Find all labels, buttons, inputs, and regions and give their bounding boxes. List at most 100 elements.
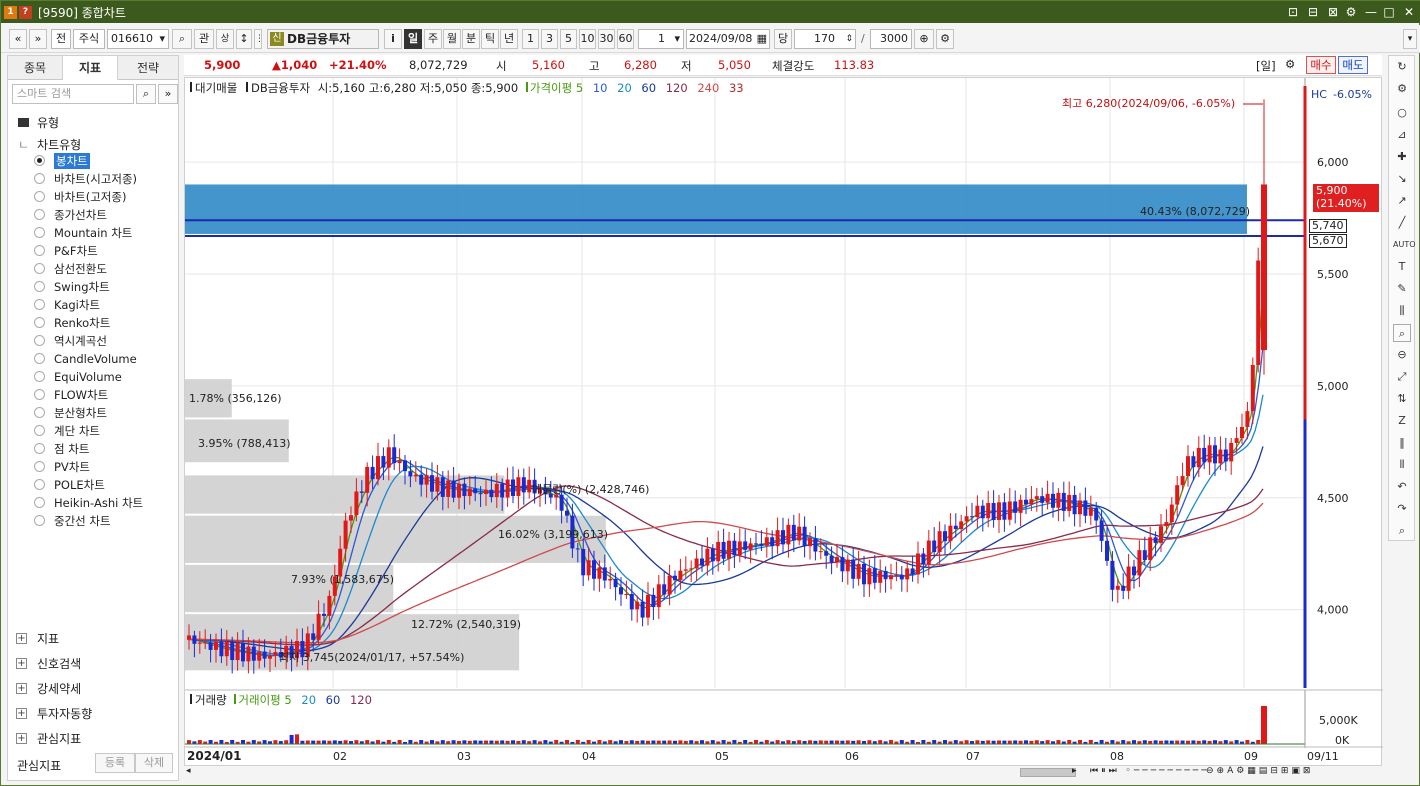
interval-input[interactable]: 1 ▾	[638, 29, 684, 49]
link-icon[interactable]: ⊡	[1285, 4, 1301, 20]
radio-button[interactable]	[34, 353, 45, 364]
interval-1-button[interactable]: 1	[522, 29, 539, 49]
close-icon[interactable]: ✕	[1401, 4, 1417, 20]
radio-button[interactable]	[34, 479, 45, 490]
search-icon[interactable]: ⌕	[172, 29, 192, 49]
window-number-badge[interactable]: 1	[4, 5, 17, 19]
radio-button[interactable]	[34, 515, 45, 526]
menu-icon[interactable]: ⋮	[254, 29, 264, 49]
count-input[interactable]: 170 ⇕	[794, 29, 856, 49]
tab-indicators[interactable]: 지표	[63, 56, 118, 80]
radio-button[interactable]	[34, 155, 45, 166]
zoom-in-icon[interactable]: ⊕	[914, 29, 934, 49]
candle-icon[interactable]: ⫼	[1393, 302, 1411, 320]
delete-button[interactable]: 삭제	[135, 753, 173, 773]
total-input[interactable]: 3000	[870, 29, 912, 49]
chart-type-option[interactable]: Kagi차트	[34, 296, 100, 313]
redo-icon[interactable]: ↷	[1393, 500, 1411, 518]
pen-icon[interactable]: ✎	[1393, 280, 1411, 298]
chart-type-option[interactable]: FLOW차트	[34, 386, 108, 403]
tree-root-type[interactable]: 유형	[18, 114, 59, 131]
radio-button[interactable]	[34, 407, 45, 418]
period-day-tab[interactable]: 일	[404, 29, 422, 49]
bars2-icon[interactable]: ⦀	[1393, 456, 1411, 474]
chart-area[interactable]: 6,000 5,500 5,000 4,500 4,000 40.43% (8,072,7…	[184, 77, 1383, 767]
smart-search-input[interactable]: 스마트 검색	[12, 84, 134, 104]
chart-type-option[interactable]: 분산형차트	[34, 404, 107, 421]
z-icon[interactable]: Z	[1393, 412, 1411, 430]
capture-icon[interactable]: ⊠	[1325, 4, 1341, 20]
radio-button[interactable]	[34, 335, 45, 346]
info-button[interactable]: i	[384, 29, 402, 49]
related-button[interactable]: 관	[194, 29, 214, 49]
fit-icon[interactable]: ⤢	[1393, 368, 1411, 386]
radio-button[interactable]	[34, 227, 45, 238]
trend-icon[interactable]: ↗	[1393, 192, 1411, 210]
radio-button[interactable]	[34, 317, 45, 328]
settings-icon[interactable]: ⚙	[1343, 4, 1359, 20]
period-minute-tab[interactable]: 분	[462, 29, 480, 49]
zoom-out-icon[interactable]: ⊖	[1393, 346, 1411, 364]
collapse-icon[interactable]: ▾	[1403, 29, 1417, 49]
period-badge[interactable]: [일]	[1256, 58, 1276, 74]
prev-button[interactable]: «	[9, 29, 27, 49]
gear-icon[interactable]: ⚙	[1285, 57, 1295, 71]
updown-button[interactable]: 상	[216, 29, 234, 49]
refresh-icon[interactable]: ↻	[1393, 58, 1411, 76]
calendar-icon[interactable]: ▦	[757, 30, 767, 48]
period-tick-tab[interactable]: 틱	[481, 29, 499, 49]
expand-plus-icon[interactable]: +	[16, 633, 27, 644]
chart-type-option[interactable]: 바차트(고저종)	[34, 188, 126, 205]
radio-button[interactable]	[34, 389, 45, 400]
undo-icon[interactable]: ↶	[1393, 478, 1411, 496]
zoom-controls[interactable]: ⊖⊕A⚙▦▤⊟⊞▣⊠	[1206, 766, 1313, 776]
expand-icon[interactable]: »	[158, 84, 178, 104]
tab-stocks[interactable]: 종목	[8, 56, 63, 80]
bars-icon[interactable]: ‖	[1393, 434, 1411, 452]
indicator-folder[interactable]: + 관심지표	[16, 730, 81, 747]
expand-plus-icon[interactable]: +	[16, 733, 27, 744]
sell-button[interactable]: 매도	[1338, 56, 1368, 74]
interval-10-button[interactable]: 10	[579, 29, 596, 49]
chart-type-option[interactable]: POLE차트	[34, 476, 105, 493]
radio-button[interactable]	[34, 425, 45, 436]
chart-type-option[interactable]: 점 차트	[34, 440, 89, 457]
interval-30-button[interactable]: 30	[598, 29, 615, 49]
ruler-icon[interactable]: ↘	[1393, 170, 1411, 188]
circle-icon[interactable]: ○	[1393, 104, 1411, 122]
chart-type-option[interactable]: 바차트(시고저종)	[34, 170, 137, 187]
stock-name-field[interactable]: 신 DB금융투자	[267, 29, 379, 49]
chart-type-option[interactable]: 중간선 차트	[34, 512, 111, 529]
expand-plus-icon[interactable]: +	[16, 708, 27, 719]
radio-button[interactable]	[34, 299, 45, 310]
register-button[interactable]: 등록	[95, 753, 135, 773]
scroll-thumb[interactable]	[1020, 768, 1076, 777]
market-select[interactable]: 전	[51, 29, 71, 49]
interval-5-button[interactable]: 5	[560, 29, 577, 49]
maximize-icon[interactable]: □	[1381, 4, 1397, 20]
chart-type-option[interactable]: Renko차트	[34, 314, 110, 331]
text-icon[interactable]: T	[1393, 258, 1411, 276]
type-select[interactable]: 주식	[73, 29, 105, 49]
chart-type-option[interactable]: 종가선차트	[34, 206, 107, 223]
line-icon[interactable]: ╱	[1393, 214, 1411, 232]
tab-strategy[interactable]: 전략	[118, 56, 178, 80]
crosshair-icon[interactable]: ✚	[1393, 148, 1411, 166]
radio-button[interactable]	[34, 443, 45, 454]
chart-type-option[interactable]: Mountain 차트	[34, 224, 132, 241]
date-input[interactable]: 2024/09/08 ▦	[686, 29, 770, 49]
indicator-folder[interactable]: + 신호검색	[16, 655, 81, 672]
chart-type-option[interactable]: 역시계곡선	[34, 332, 107, 349]
playback-controls[interactable]: ⏮⏸⏭ ◦─────────	[1090, 766, 1210, 776]
radio-button[interactable]	[34, 263, 45, 274]
chart-type-option[interactable]: PV차트	[34, 458, 90, 475]
period-month-tab[interactable]: 월	[443, 29, 461, 49]
scroll-right-icon[interactable]: ▸	[1072, 766, 1077, 776]
radio-button[interactable]	[34, 461, 45, 472]
gear-icon[interactable]: ⚙	[936, 29, 954, 49]
gear-icon[interactable]: ⚙	[1393, 80, 1411, 98]
help-badge[interactable]: ?	[19, 5, 32, 19]
scroll-left-icon[interactable]: ◂	[186, 766, 191, 776]
radio-button[interactable]	[34, 191, 45, 202]
chart-type-option[interactable]: 계단 차트	[34, 422, 100, 439]
